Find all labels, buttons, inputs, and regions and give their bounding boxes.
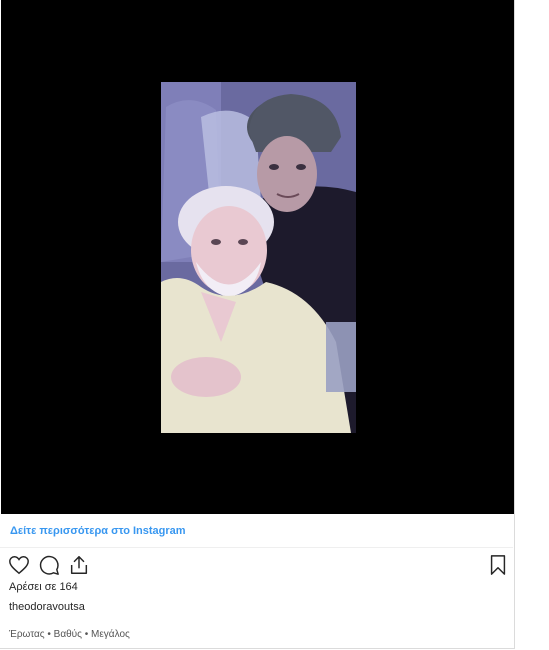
post-caption: Έρωτας • Βαθύς • Μεγάλος	[9, 629, 130, 640]
heart-icon[interactable]	[8, 554, 30, 576]
likes-count[interactable]: Αρέσει σε 164	[9, 581, 78, 593]
comment-bubble-icon[interactable]	[38, 554, 60, 576]
action-bar	[8, 554, 508, 576]
view-more-on-instagram-link[interactable]: Δείτε περισσότερα στο Instagram	[0, 514, 513, 548]
instagram-embed: Δείτε περισσότερα στο Instagram Αρέσει σ…	[0, 0, 515, 649]
video-frame-image	[161, 82, 356, 433]
share-upload-icon[interactable]	[68, 554, 90, 576]
photo-illustration	[161, 82, 356, 433]
video-player[interactable]	[1, 0, 514, 514]
bookmark-icon[interactable]	[487, 554, 509, 576]
post-username[interactable]: theodoravoutsa	[9, 601, 85, 613]
